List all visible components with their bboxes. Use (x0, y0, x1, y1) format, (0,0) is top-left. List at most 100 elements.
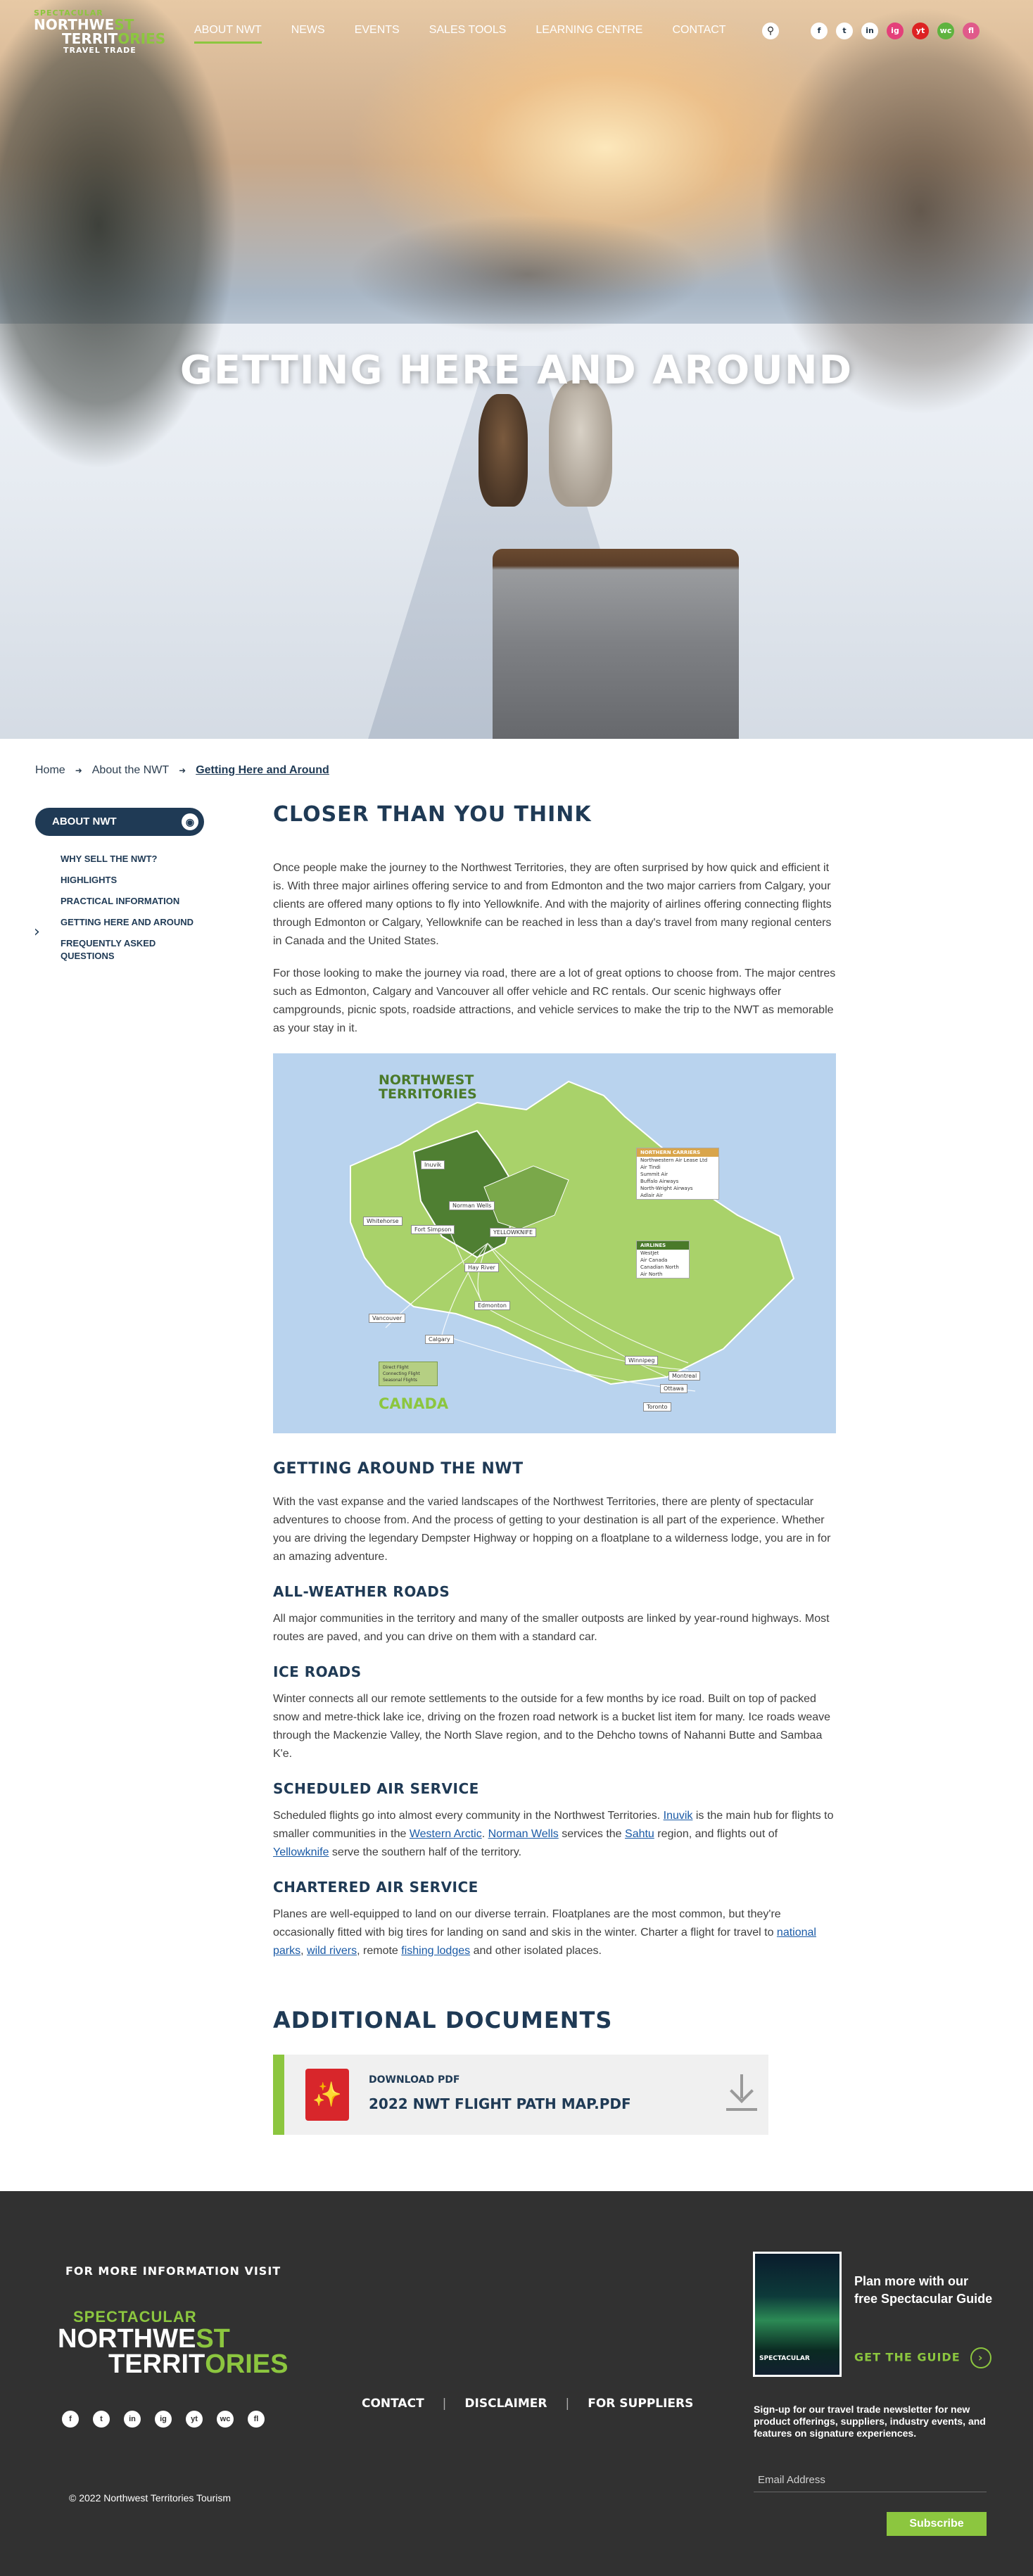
sidebar-heading[interactable]: ABOUT NWT ◉ (35, 808, 204, 836)
wechat-icon[interactable]: wc (217, 2411, 234, 2428)
carrier-item: Adlair Air (640, 1193, 664, 1198)
chevron-right-icon: › (970, 2347, 991, 2368)
sidebar-item-getting-here[interactable]: GETTING HERE AND AROUND (61, 916, 208, 929)
map-graphic (350, 1080, 795, 1392)
link-wild-rivers[interactable]: wild rivers (307, 1945, 357, 1957)
linkedin-icon[interactable]: in (124, 2411, 141, 2428)
map-title-line: TERRITORIES (379, 1086, 477, 1102)
documents-title: ADDITIONAL DOCUMENTS (273, 2007, 613, 2033)
legend-item: Connecting Flight (383, 1371, 420, 1376)
footer-logo[interactable]: SPECTACULAR NORTHWEST TERRITORIES (58, 2308, 288, 2378)
arrow-right-icon: ➜ (179, 766, 186, 775)
hero-forest-left (0, 0, 324, 605)
link-inuvik[interactable]: Inuvik (664, 1810, 693, 1822)
pdf-download-card[interactable]: ✨ DOWNLOAD PDF 2022 NWT FLIGHT PATH MAP.… (273, 2055, 768, 2135)
sidebar-item-why-sell[interactable]: WHY SELL THE NWT? (61, 853, 208, 865)
section-heading: ALL-WEATHER ROADS (273, 1583, 450, 1600)
subscribe-button[interactable]: Subscribe (887, 2512, 987, 2536)
chevron-right-icon: › (34, 923, 40, 941)
sidebar-menu: WHY SELL THE NWT? HIGHLIGHTS PRACTICAL I… (61, 853, 208, 971)
breadcrumb-about[interactable]: About the NWT (92, 764, 169, 777)
map-city-label: Montreal (668, 1371, 701, 1381)
logo-text: ORIES (205, 2349, 289, 2379)
map-city-label: YELLOWKNIFE (490, 1228, 537, 1237)
paragraph-text: serve the southern half of the territory… (329, 1846, 522, 1858)
airline-item: Air Canada (640, 1257, 668, 1263)
youtube-icon[interactable]: yt (186, 2411, 203, 2428)
section-paragraph: Winter connects all our remote settlemen… (273, 1693, 831, 1760)
nav-about-nwt[interactable]: ABOUT NWT (194, 24, 262, 44)
map-city-label: Norman Wells (449, 1201, 495, 1210)
more-info-heading: FOR MORE INFORMATION VISIT (65, 2264, 281, 2278)
download-icon[interactable] (725, 2074, 759, 2111)
twitter-icon[interactable]: t (93, 2411, 110, 2428)
map-title: NORTHWEST TERRITORIES (379, 1073, 477, 1101)
intro-paragraph: Once people make the journey to the Nort… (273, 862, 832, 947)
nav-events[interactable]: EVENTS (355, 24, 400, 42)
flickr-icon[interactable]: fl (963, 23, 980, 39)
instagram-icon[interactable]: ig (155, 2411, 172, 2428)
guide-promo-text: Plan more with our free Spectacular Guid… (854, 2274, 993, 2306)
newsletter-text: Sign-up for our travel trade newsletter … (754, 2404, 986, 2439)
section-heading: GETTING AROUND THE NWT (273, 1460, 524, 1478)
pdf-icon: ✨ (305, 2069, 349, 2121)
sidebar-item-highlights[interactable]: HIGHLIGHTS (61, 874, 208, 887)
search-icon[interactable]: ⚲ (762, 23, 779, 39)
hero-banner: GETTING HERE AND AROUND (0, 0, 1033, 739)
twitter-icon[interactable]: t (836, 23, 853, 39)
nav-news[interactable]: NEWS (291, 24, 325, 42)
airlines-box: AIRLINES WestJet Air Canada Canadian Nor… (636, 1241, 690, 1279)
flickr-icon[interactable]: fl (248, 2411, 265, 2428)
email-field[interactable] (754, 2468, 987, 2492)
instagram-icon[interactable]: ig (887, 23, 904, 39)
header-social-links: f t in ig yt wc fl (811, 23, 980, 39)
logo-text: ORIES (118, 30, 166, 47)
linkedin-icon[interactable]: in (861, 23, 878, 39)
airline-item: WestJet (640, 1250, 659, 1256)
site-logo[interactable]: SPECTACULAR NORTHWEST TERRITORIES TRAVEL… (34, 8, 165, 55)
facebook-icon[interactable]: f (811, 23, 828, 39)
get-the-guide-button[interactable]: GET THE GUIDE › (854, 2347, 991, 2368)
section-heading: CHARTERED AIR SERVICE (273, 1879, 479, 1896)
link-western-arctic[interactable]: Western Arctic (410, 1828, 482, 1840)
link-yellowknife[interactable]: Yellowknife (273, 1846, 329, 1858)
facebook-icon[interactable]: f (62, 2411, 79, 2428)
footer-social-links: f t in ig yt wc fl (62, 2411, 265, 2428)
section-paragraph: Scheduled flights go into almost every c… (273, 1807, 836, 1862)
map-city-label: Ottawa (660, 1384, 687, 1393)
northern-carriers-header: NORTHERN CARRIERS (637, 1148, 718, 1157)
document-name: 2022 NWT FLIGHT PATH MAP.PDF (369, 2095, 631, 2112)
carrier-item: Buffalo Airways (640, 1179, 679, 1184)
nav-contact[interactable]: CONTACT (672, 24, 725, 42)
legend-item: Direct Flight (383, 1365, 409, 1370)
map-legend: Direct Flight Connecting Flight Seasonal… (379, 1362, 438, 1386)
hero-dog (549, 380, 612, 507)
link-norman-wells[interactable]: Norman Wells (488, 1828, 559, 1840)
logo-text: TERRIT (62, 30, 118, 47)
link-fishing-lodges[interactable]: fishing lodges (401, 1945, 470, 1957)
nav-learning-centre[interactable]: LEARNING CENTRE (535, 24, 642, 42)
globe-icon: ◉ (182, 813, 198, 830)
breadcrumb-current[interactable]: Getting Here and Around (196, 764, 329, 777)
guide-cover-image[interactable]: SPECTACULAR (753, 2252, 842, 2377)
footer-link-contact[interactable]: CONTACT (362, 2397, 424, 2411)
road-paragraph: For those looking to make the journey vi… (273, 967, 836, 1034)
sidebar-item-practical-info[interactable]: PRACTICAL INFORMATION (61, 895, 208, 908)
paragraph-text: region, and flights out of (654, 1828, 778, 1840)
nav-sales-tools[interactable]: SALES TOOLS (429, 24, 507, 42)
link-sahtu[interactable]: Sahtu (625, 1828, 654, 1840)
footer-link-suppliers[interactable]: FOR SUPPLIERS (588, 2397, 693, 2411)
divider: | (565, 2397, 570, 2411)
divider: | (442, 2397, 447, 2411)
carrier-item: North-Wright Airways (640, 1186, 693, 1191)
youtube-icon[interactable]: yt (912, 23, 929, 39)
wechat-icon[interactable]: wc (937, 23, 954, 39)
hero-dog (479, 394, 528, 507)
hero-trees (281, 169, 774, 352)
map-city-label: Edmonton (474, 1301, 510, 1310)
carrier-item: Summit Air (640, 1172, 668, 1177)
footer-link-disclaimer[interactable]: DISCLAIMER (464, 2397, 547, 2411)
breadcrumb-home[interactable]: Home (35, 764, 65, 777)
sidebar-item-faq[interactable]: FREQUENTLY ASKED QUESTIONS (61, 937, 208, 963)
main-nav: ABOUT NWT NEWS EVENTS SALES TOOLS LEARNI… (194, 24, 756, 44)
